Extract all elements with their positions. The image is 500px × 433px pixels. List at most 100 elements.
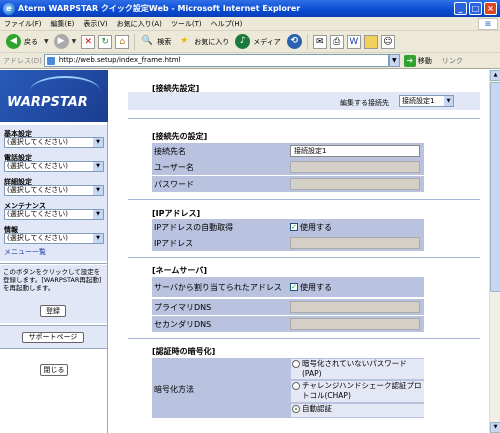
section-divider <box>128 257 480 258</box>
print-icon[interactable]: ⎙ <box>329 34 344 49</box>
home-icon[interactable]: ⌂ <box>115 34 130 49</box>
checkbox-checked-icon: ✓ <box>290 283 298 291</box>
basic-settings-select[interactable]: (選択してください) ▼ <box>4 137 104 148</box>
username-row: ユーザー名 <box>152 159 424 175</box>
menu-view[interactable]: 表示(V) <box>83 19 107 29</box>
links-button[interactable]: リンク <box>442 56 463 66</box>
search-button-label[interactable]: 検索 <box>157 37 171 47</box>
address-label: アドレス(D) <box>3 56 42 65</box>
history-icon[interactable]: ⟲ <box>286 34 302 49</box>
dns-auto-checkbox[interactable]: ✓ 使用する <box>290 282 332 293</box>
messenger-icon[interactable]: ☺ <box>380 34 395 49</box>
close-page-button[interactable]: 閉じる <box>40 364 68 376</box>
go-label: 移動 <box>417 56 432 65</box>
dns-section-title: [ネームサーバ] <box>152 266 207 275</box>
address-input[interactable]: http://web.setup/index_frame.html <box>43 54 389 67</box>
stop-icon[interactable]: ✕ <box>81 34 96 49</box>
target-connection-value: 接続設定1 <box>402 97 435 105</box>
menu-favorites[interactable]: お気に入り(A) <box>117 19 162 29</box>
password-input[interactable] <box>290 178 420 190</box>
password-label: パスワード <box>154 179 194 189</box>
radio-unselected-icon <box>292 382 300 390</box>
media-icon[interactable]: ♪ <box>235 34 251 49</box>
username-label: ユーザー名 <box>154 162 194 172</box>
dns-auto-check-label: 使用する <box>300 282 332 292</box>
encryption-method-row: 暗号化方法 暗号化されていないパスワード(PAP) チャレンジハンドシェーク認証… <box>152 358 424 418</box>
phone-settings-select[interactable]: (選択してください) ▼ <box>4 161 104 172</box>
edit-icon[interactable]: W <box>346 34 361 49</box>
info-select[interactable]: (選択してください) ▼ <box>4 233 104 244</box>
menu-edit[interactable]: 編集(E) <box>51 19 75 29</box>
back-icon[interactable]: ◀ <box>6 34 21 49</box>
toolbar: ◀ 戻る ▼ ▶ ▼ ✕ ↻ ⌂ 🔍 検索 ★ お気に入り ♪ メディア ⟲ ✉… <box>0 31 500 53</box>
scroll-thumb[interactable] <box>490 82 500 292</box>
scroll-down-icon[interactable]: ▼ <box>490 422 500 433</box>
ip-auto-label: IPアドレスの自動取得 <box>154 222 234 232</box>
ip-auto-row: IPアドレスの自動取得 ✓ 使用する <box>152 219 424 235</box>
register-info-text: このボタンをクリックして設定を登録します。[WARPSTAR再起動]を再起動しま… <box>3 268 102 292</box>
encryption-option-auto[interactable]: 自動認証 <box>291 404 424 417</box>
folder-icon[interactable] <box>363 34 378 49</box>
close-button[interactable]: × <box>484 2 497 15</box>
go-arrow-icon: ➔ <box>403 54 416 67</box>
connection-name-label: 接続先名 <box>154 146 186 156</box>
chevron-down-icon: ▼ <box>93 162 103 171</box>
ip-auto-check-label: 使用する <box>300 222 332 232</box>
menu-bar: ファイル(F) 編集(E) 表示(V) お気に入り(A) ツール(T) ヘルプ(… <box>0 17 500 31</box>
search-icon[interactable]: 🔍 <box>140 35 154 49</box>
forward-icon[interactable]: ▶ <box>53 34 69 49</box>
title-bar: e Aterm WARPSTAR クイック設定Web - Microsoft I… <box>0 0 500 17</box>
ie-icon: e <box>3 2 15 15</box>
support-page-button[interactable]: サポートページ <box>22 332 84 343</box>
dns-auto-row: サーバから割り当てられたアドレス ✓ 使用する <box>152 277 424 297</box>
chevron-down-icon: ▼ <box>93 138 103 147</box>
chevron-down-icon: ▼ <box>93 186 103 195</box>
menu-file[interactable]: ファイル(F) <box>4 19 42 29</box>
username-input[interactable] <box>290 161 420 173</box>
refresh-icon[interactable]: ↻ <box>98 34 113 49</box>
menu-tools[interactable]: ツール(T) <box>171 19 202 29</box>
media-button-label[interactable]: メディア <box>253 37 281 47</box>
encryption-option-pap-label: 暗号化されていないパスワード(PAP) <box>302 359 407 378</box>
scroll-up-icon[interactable]: ▲ <box>490 70 500 81</box>
forward-dropdown-icon[interactable]: ▼ <box>72 38 77 45</box>
auth-section-title: [認証時の暗号化] <box>152 347 216 356</box>
encryption-option-chap[interactable]: チャレンジハンドシェーク認証プロトコル(CHAP) <box>291 381 424 402</box>
ip-auto-checkbox[interactable]: ✓ 使用する <box>290 222 332 233</box>
section-divider <box>128 338 480 339</box>
secondary-dns-input[interactable] <box>290 318 420 330</box>
basic-settings-value: (選択してください) <box>7 138 69 146</box>
favorites-icon[interactable]: ★ <box>177 35 191 49</box>
secondary-dns-label: セカンダリDNS <box>154 319 212 329</box>
target-connection-select[interactable]: 接続設定1 ▼ <box>399 95 454 107</box>
section-divider <box>128 118 480 119</box>
secondary-dns-row: セカンダリDNS <box>152 316 424 332</box>
menu-list-link[interactable]: メニュー一覧 <box>4 247 46 257</box>
connection-name-input[interactable]: 接続設定1 <box>290 145 420 157</box>
primary-dns-input[interactable] <box>290 301 420 313</box>
ip-address-input[interactable] <box>290 237 420 249</box>
maintenance-select[interactable]: (選択してください) ▼ <box>4 209 104 220</box>
ip-address-row: IPアドレス <box>152 235 424 251</box>
vertical-scrollbar[interactable]: ▲ ▼ <box>489 70 500 433</box>
advanced-settings-select[interactable]: (選択してください) ▼ <box>4 185 104 196</box>
back-dropdown-icon[interactable]: ▼ <box>44 38 49 45</box>
address-dropdown-icon[interactable]: ▼ <box>388 54 400 67</box>
maximize-button[interactable]: □ <box>469 2 482 15</box>
favorites-button-label[interactable]: お気に入り <box>194 37 229 47</box>
minimize-button[interactable]: _ <box>454 2 467 15</box>
dns-auto-label: サーバから割り当てられたアドレス <box>154 282 282 292</box>
connection-section-title: [接続先の設定] <box>152 132 208 141</box>
encryption-option-chap-label: チャレンジハンドシェーク認証プロトコル(CHAP) <box>302 381 422 400</box>
radio-unselected-icon <box>292 360 300 368</box>
menu-help[interactable]: ヘルプ(H) <box>211 19 243 29</box>
ip-address-label: IPアドレス <box>154 238 194 248</box>
mail-icon[interactable]: ✉ <box>312 34 327 49</box>
register-button[interactable]: 登録 <box>40 305 66 317</box>
go-button[interactable]: ➔ 移動 <box>403 54 432 67</box>
settings-menu-panel: 基本設定 (選択してください) ▼ 電話設定 (選択してください) ▼ 詳細設定… <box>0 125 107 261</box>
back-button-label[interactable]: 戻る <box>24 37 38 47</box>
encryption-option-pap[interactable]: 暗号化されていないパスワード(PAP) <box>291 359 424 379</box>
left-divider <box>0 263 107 264</box>
chevron-down-icon: ▼ <box>444 96 453 106</box>
